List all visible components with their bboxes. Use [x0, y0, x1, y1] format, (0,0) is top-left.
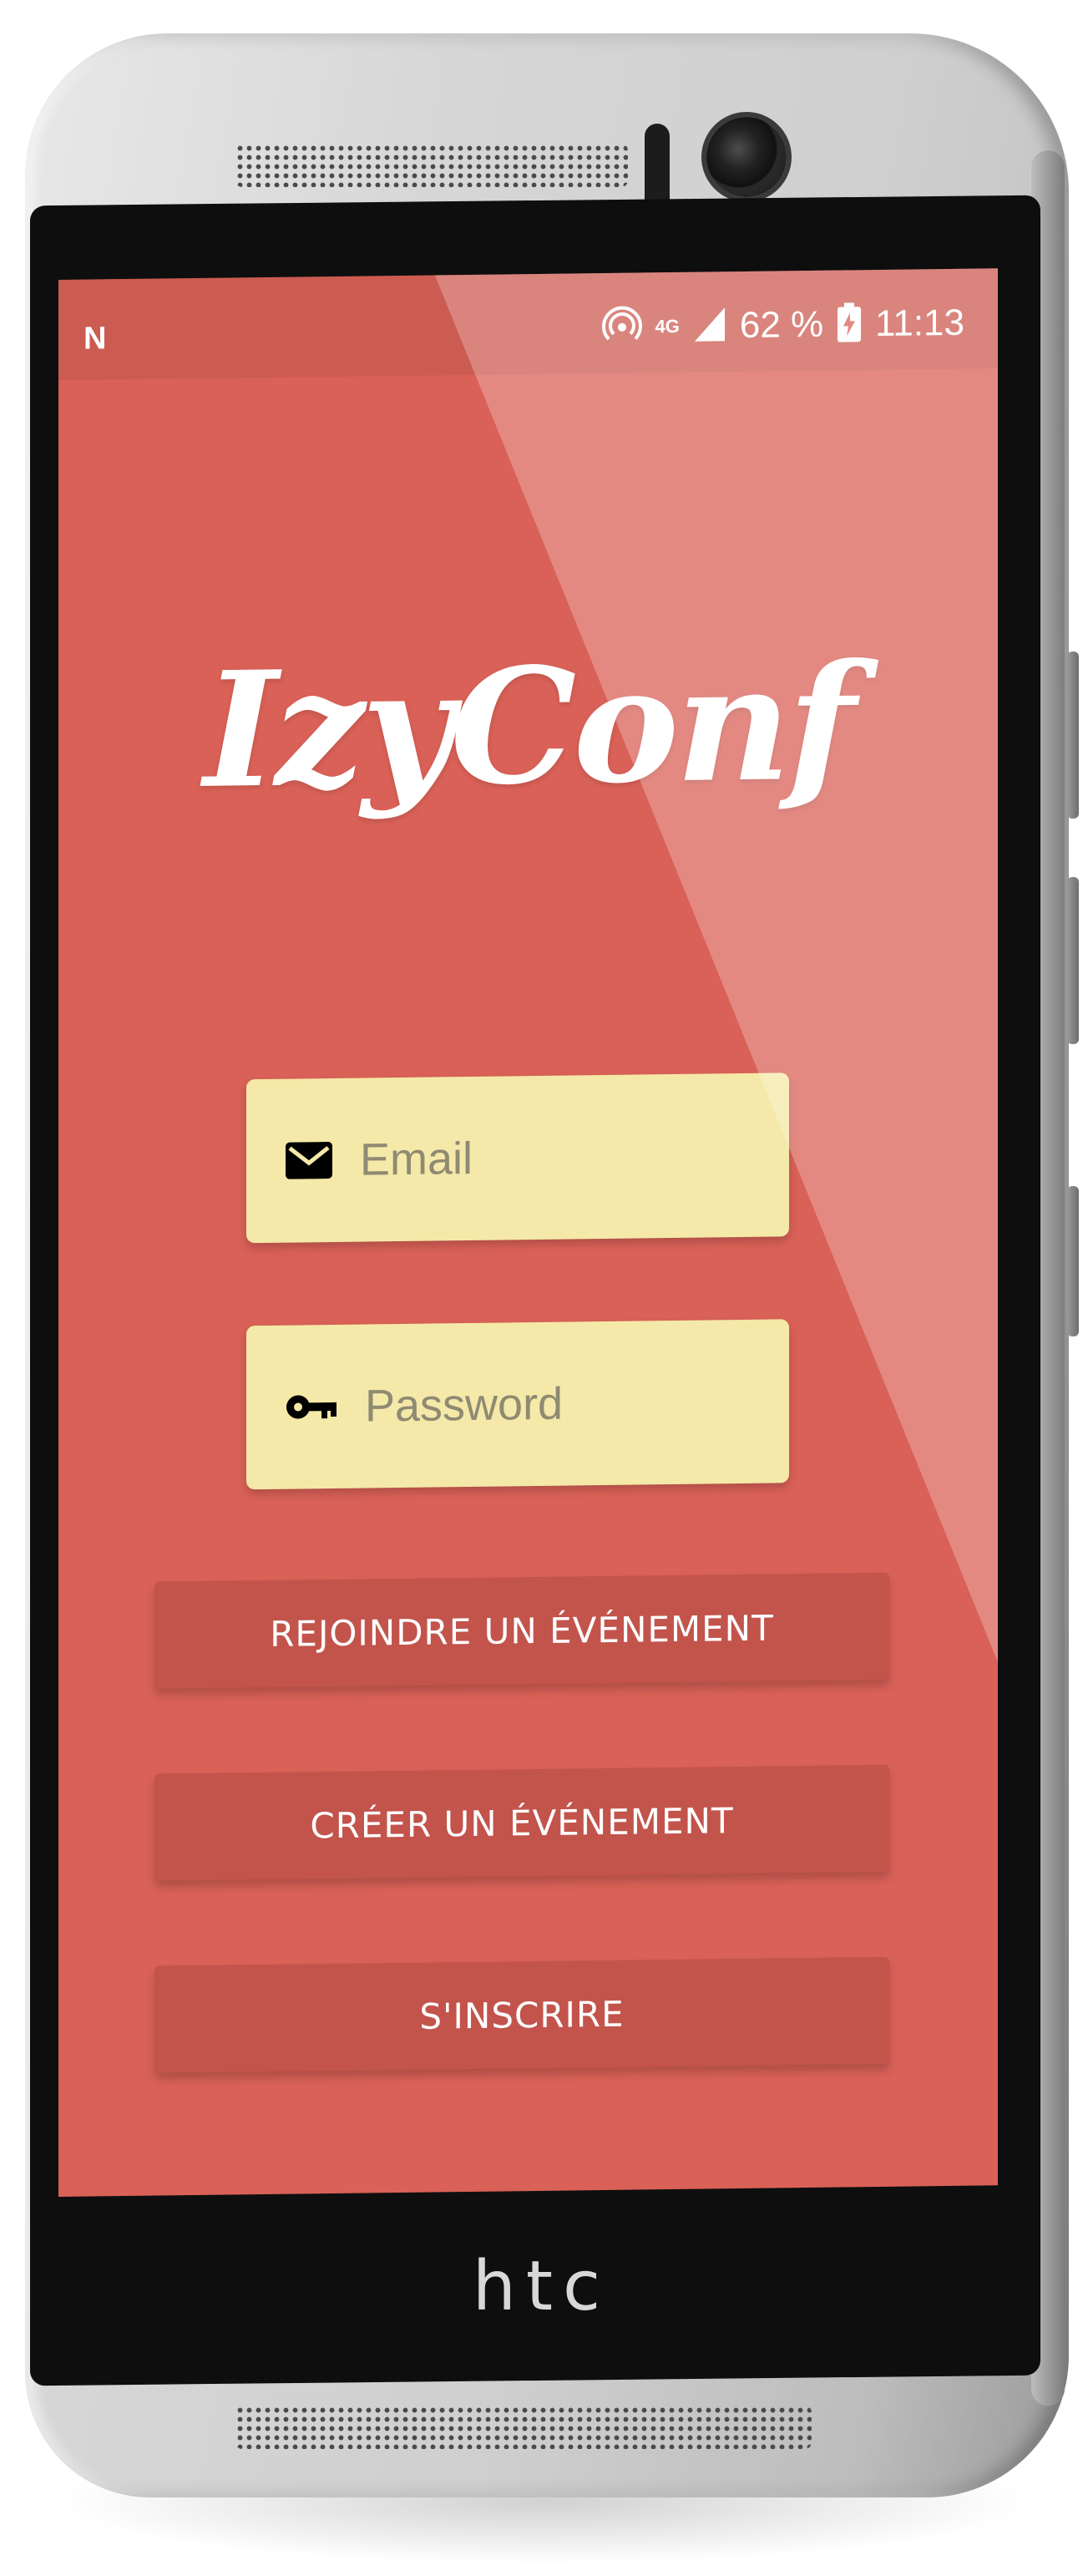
envelope-icon: [285, 1133, 333, 1188]
password-input[interactable]: [363, 1316, 947, 1489]
clock: 11:13: [875, 302, 964, 345]
battery-percent: 62 %: [739, 303, 824, 347]
email-input[interactable]: [358, 1070, 942, 1243]
phone-mockup: N 4G 62 % 11:13 IzyConf Email REJOINDRE …: [0, 0, 1083, 2576]
hotspot-icon: [601, 305, 642, 350]
create-event-button[interactable]: CRÉER UN ÉVÉNEMENT: [154, 1764, 889, 1881]
battery-charging-icon: [837, 302, 862, 347]
top-speaker-grille: [235, 144, 628, 187]
power-button: [1067, 877, 1079, 1044]
network-type: 4G: [655, 315, 680, 337]
app-logo: IzyConf: [204, 629, 853, 824]
status-indicators: 4G 62 % 11:13: [601, 294, 964, 357]
password-field-container[interactable]: [246, 1316, 947, 1490]
key-icon: [285, 1380, 338, 1434]
device-brand-logo: htc: [472, 2247, 611, 2326]
email-field-container[interactable]: [246, 1070, 942, 1244]
front-camera: [706, 117, 787, 197]
join-event-button[interactable]: REJOINDRE UN ÉVÉNEMENT: [154, 1572, 889, 1689]
bottom-speaker-grille: [235, 2406, 812, 2449]
status-bar: N 4G 62 % 11:13: [58, 268, 998, 380]
sign-up-button[interactable]: S'INSCRIRE: [154, 1956, 889, 2073]
volume-button: [1067, 652, 1079, 819]
side-key: [1067, 1186, 1079, 1336]
app-screen: N 4G 62 % 11:13 IzyConf Email REJOINDRE …: [58, 268, 998, 2197]
signal-icon: [693, 306, 726, 347]
notification-n-icon: N: [84, 321, 107, 357]
